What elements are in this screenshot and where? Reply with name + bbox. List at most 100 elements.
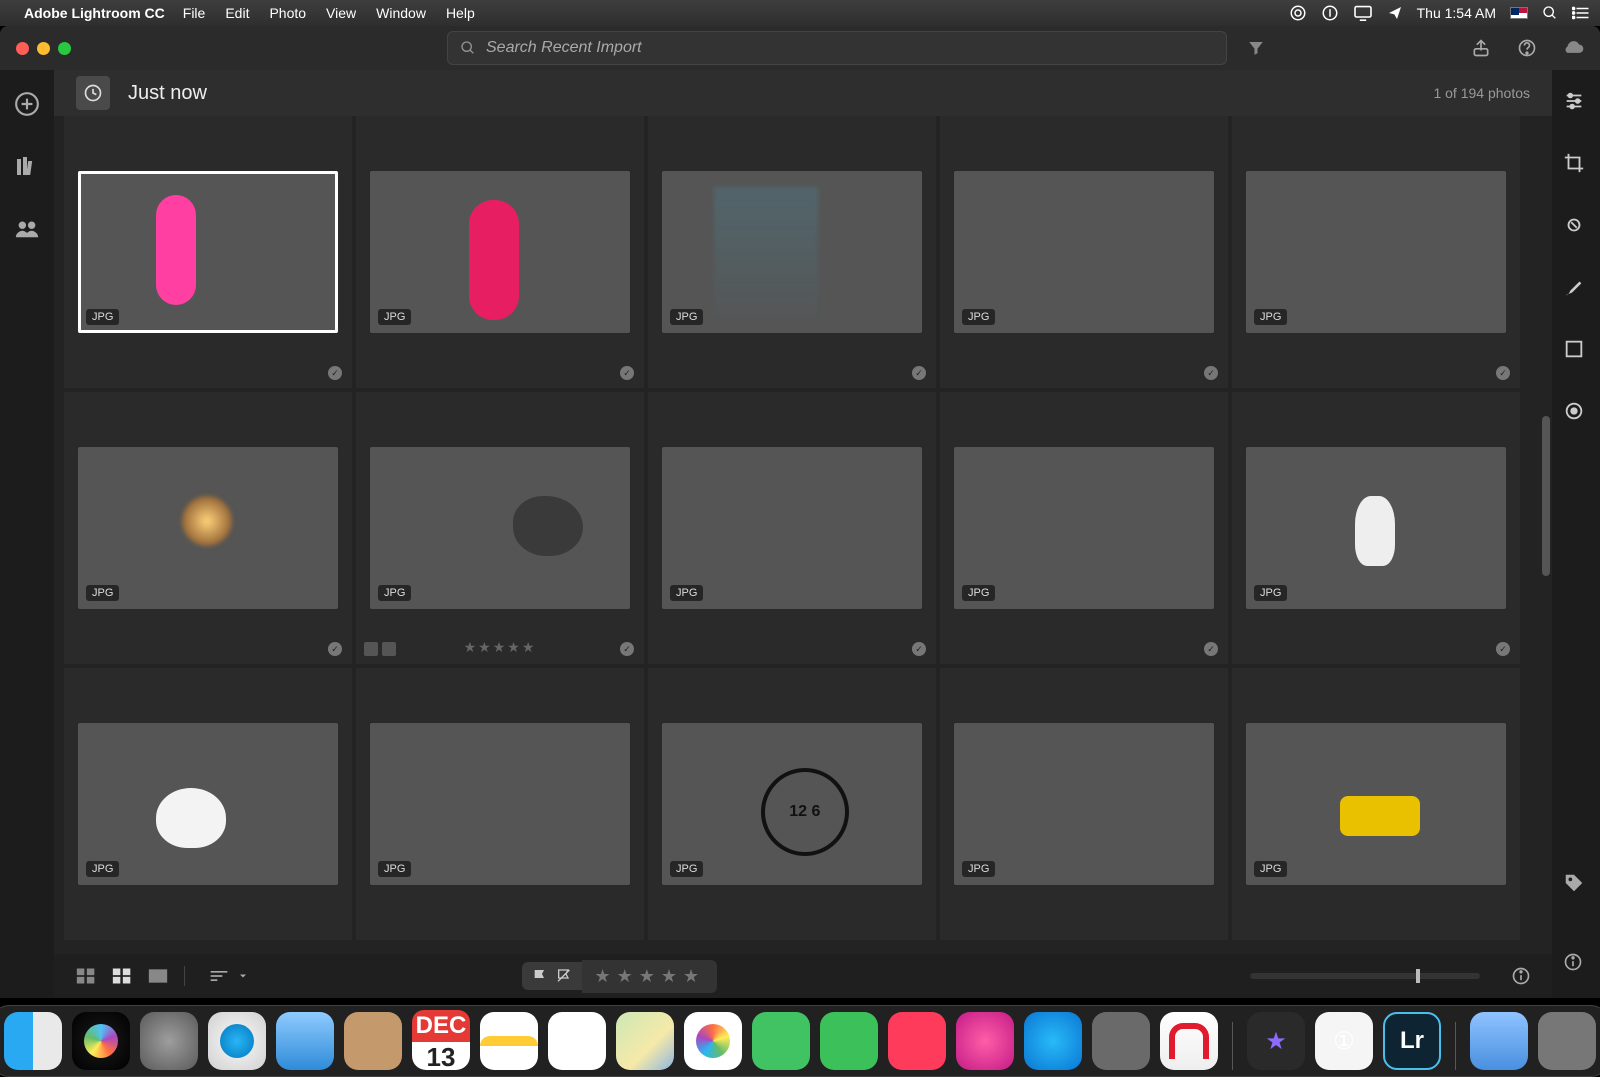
photo-cell[interactable]: JPG★★★★★✓ — [356, 392, 644, 664]
photo-cell[interactable]: JPG✓ — [648, 116, 936, 388]
dock-reminders-icon[interactable] — [548, 1012, 606, 1070]
photo-cell[interactable]: JPG — [1232, 668, 1520, 940]
window-zoom-button[interactable] — [58, 42, 71, 55]
info-panel-icon[interactable] — [1563, 952, 1589, 978]
dock-imovie-icon[interactable] — [1247, 1012, 1305, 1070]
photo-cell[interactable]: JPG✓ — [64, 116, 352, 388]
collection-title: Just now — [128, 82, 207, 105]
menubar-app-name[interactable]: Adobe Lightroom CC — [24, 5, 165, 21]
linear-gradient-icon[interactable] — [1563, 338, 1589, 364]
help-icon[interactable] — [1516, 37, 1538, 59]
bottom-toolbar: ★★★★★ — [54, 954, 1552, 998]
dock-lightroom-icon[interactable]: Lr — [1383, 1012, 1441, 1070]
menu-photo[interactable]: Photo — [269, 5, 306, 21]
dock-1password-icon[interactable]: ① — [1315, 1012, 1373, 1070]
search-input[interactable]: Search Recent Import — [447, 31, 1227, 65]
scrollbar-thumb[interactable] — [1542, 416, 1550, 576]
detail-view-button[interactable] — [146, 966, 170, 986]
sync-check-icon: ✓ — [912, 366, 926, 380]
photo-cell[interactable]: JPG ✓ — [64, 392, 352, 664]
photo-cell[interactable]: JPG ✓ — [648, 392, 936, 664]
edit-sliders-icon[interactable] — [1563, 90, 1589, 116]
brush-icon[interactable] — [1563, 276, 1589, 302]
window-close-button[interactable] — [16, 42, 29, 55]
slider-knob[interactable] — [1416, 969, 1420, 983]
input-source-flag[interactable] — [1510, 7, 1528, 19]
photo-cell[interactable]: JPG✓ — [1232, 116, 1520, 388]
photo-cell[interactable]: JPG✓ — [940, 392, 1228, 664]
dock-maps-icon[interactable] — [616, 1012, 674, 1070]
dock-separator — [1232, 1022, 1233, 1070]
filter-icon[interactable] — [1245, 37, 1267, 59]
dock-notes-icon[interactable] — [480, 1012, 538, 1070]
square-grid-view-button[interactable] — [110, 966, 134, 986]
dock-downloads-icon[interactable] — [1470, 1012, 1528, 1070]
photo-grid-view-button[interactable] — [74, 966, 98, 986]
photo-cell[interactable]: JPG✓ — [1232, 392, 1520, 664]
format-badge: JPG — [378, 861, 411, 877]
sort-icon — [209, 969, 229, 983]
photo-cell[interactable]: JPG — [356, 668, 644, 940]
menu-window[interactable]: Window — [376, 5, 426, 21]
photo-cell[interactable]: JPG — [940, 668, 1228, 940]
dock-siri-icon[interactable] — [72, 1012, 130, 1070]
dock-systempreferences-icon[interactable] — [1092, 1012, 1150, 1070]
dock-trash-icon[interactable] — [1538, 1012, 1596, 1070]
sort-control[interactable] — [209, 969, 249, 983]
dock-itunes-icon[interactable] — [956, 1012, 1014, 1070]
format-badge: JPG — [1254, 309, 1287, 325]
menu-edit[interactable]: Edit — [225, 5, 249, 21]
menubar-list-icon[interactable] — [1572, 6, 1590, 20]
dock-photos-icon[interactable] — [684, 1012, 742, 1070]
dock-mail-icon[interactable] — [276, 1012, 334, 1070]
window-minimize-button[interactable] — [37, 42, 50, 55]
thumbnail-size-slider[interactable] — [1250, 973, 1480, 979]
photo-cell[interactable]: JPG — [648, 668, 936, 940]
share-icon[interactable] — [1470, 37, 1492, 59]
macos-dock-area: DEC13 ① Lr — [0, 999, 1600, 1077]
macos-menubar: Adobe Lightroom CC File Edit Photo View … — [0, 0, 1600, 26]
menu-file[interactable]: File — [183, 5, 206, 21]
menubar-clock[interactable]: Thu 1:54 AM — [1417, 5, 1496, 21]
dock-safari-icon[interactable] — [208, 1012, 266, 1070]
notification-icon[interactable] — [1387, 5, 1403, 21]
sharing-icon[interactable] — [13, 214, 41, 242]
keywords-tag-icon[interactable] — [1563, 872, 1589, 898]
dock-calendar-icon[interactable]: DEC13 — [412, 1012, 470, 1070]
dock-news-icon[interactable] — [888, 1012, 946, 1070]
chevron-down-icon — [237, 970, 249, 982]
recent-import-icon[interactable] — [76, 76, 110, 110]
my-photos-icon[interactable] — [13, 152, 41, 180]
photo-grid-scroll[interactable]: JPG✓ JPG✓ JPG✓ JPG✓ JPG✓ JPG✓ JPG★★★★★✓ … — [54, 116, 1552, 954]
radial-gradient-icon[interactable] — [1563, 400, 1589, 426]
cloud-sync-icon[interactable] — [1562, 37, 1584, 59]
spotlight-icon[interactable] — [1542, 5, 1558, 21]
menu-help[interactable]: Help — [446, 5, 475, 21]
dock-appstore-icon[interactable] — [1024, 1012, 1082, 1070]
dock-launchpad-icon[interactable] — [140, 1012, 198, 1070]
dock-magnet-icon[interactable] — [1160, 1012, 1218, 1070]
menu-view[interactable]: View — [326, 5, 356, 21]
photo-cell[interactable]: JPG — [64, 668, 352, 940]
sync-check-icon: ✓ — [912, 642, 926, 656]
format-badge: JPG — [86, 585, 119, 601]
photo-cell[interactable]: JPG✓ — [940, 116, 1228, 388]
pick-flag-button[interactable] — [532, 968, 548, 984]
dock-finder-icon[interactable] — [4, 1012, 62, 1070]
sync-check-icon: ✓ — [328, 642, 342, 656]
rating-control[interactable]: ★★★★★ — [582, 960, 717, 993]
reject-flag-button[interactable] — [556, 968, 572, 984]
info-button[interactable] — [1510, 965, 1532, 987]
dock-facetime-icon[interactable] — [820, 1012, 878, 1070]
display-icon[interactable] — [1353, 5, 1373, 21]
format-badge: JPG — [670, 585, 703, 601]
healing-brush-icon[interactable] — [1563, 214, 1589, 240]
dock-contacts-icon[interactable] — [344, 1012, 402, 1070]
crop-icon[interactable] — [1563, 152, 1589, 178]
add-photos-button[interactable] — [13, 90, 41, 118]
sync-status-icon[interactable] — [1321, 4, 1339, 22]
content-area: Just now 1 of 194 photos JPG✓ JPG✓ JPG✓ … — [54, 70, 1552, 998]
cc-status-icon[interactable] — [1289, 4, 1307, 22]
photo-cell[interactable]: JPG✓ — [356, 116, 644, 388]
dock-messages-icon[interactable] — [752, 1012, 810, 1070]
